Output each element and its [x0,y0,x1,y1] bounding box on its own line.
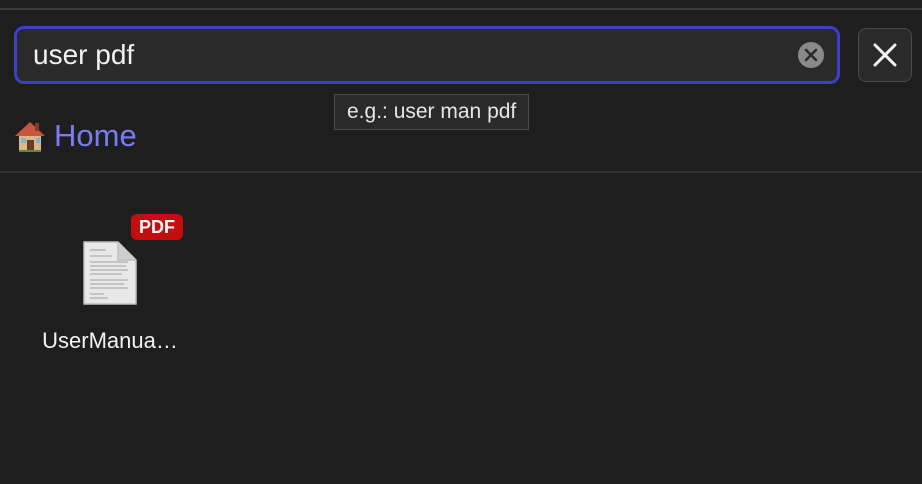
pdf-badge: PDF [131,214,183,240]
file-item[interactable]: PDF UserManua… [30,206,190,366]
search-window: e.g.: user man pdf Home PDF [0,0,922,484]
search-field[interactable] [14,26,840,84]
close-button[interactable] [858,28,912,82]
search-hint-tooltip: e.g.: user man pdf [334,94,530,130]
search-input[interactable] [33,29,793,81]
clear-search-button[interactable] [798,42,824,68]
top-divider [0,8,922,10]
breadcrumb-home[interactable]: Home [14,114,137,158]
close-icon [873,43,897,67]
clear-icon [804,48,818,62]
file-name: UserManua… [42,328,178,353]
content-divider [0,171,922,173]
document-icon [83,241,137,305]
breadcrumb-home-label[interactable]: Home [54,114,137,158]
house-icon [14,118,46,154]
